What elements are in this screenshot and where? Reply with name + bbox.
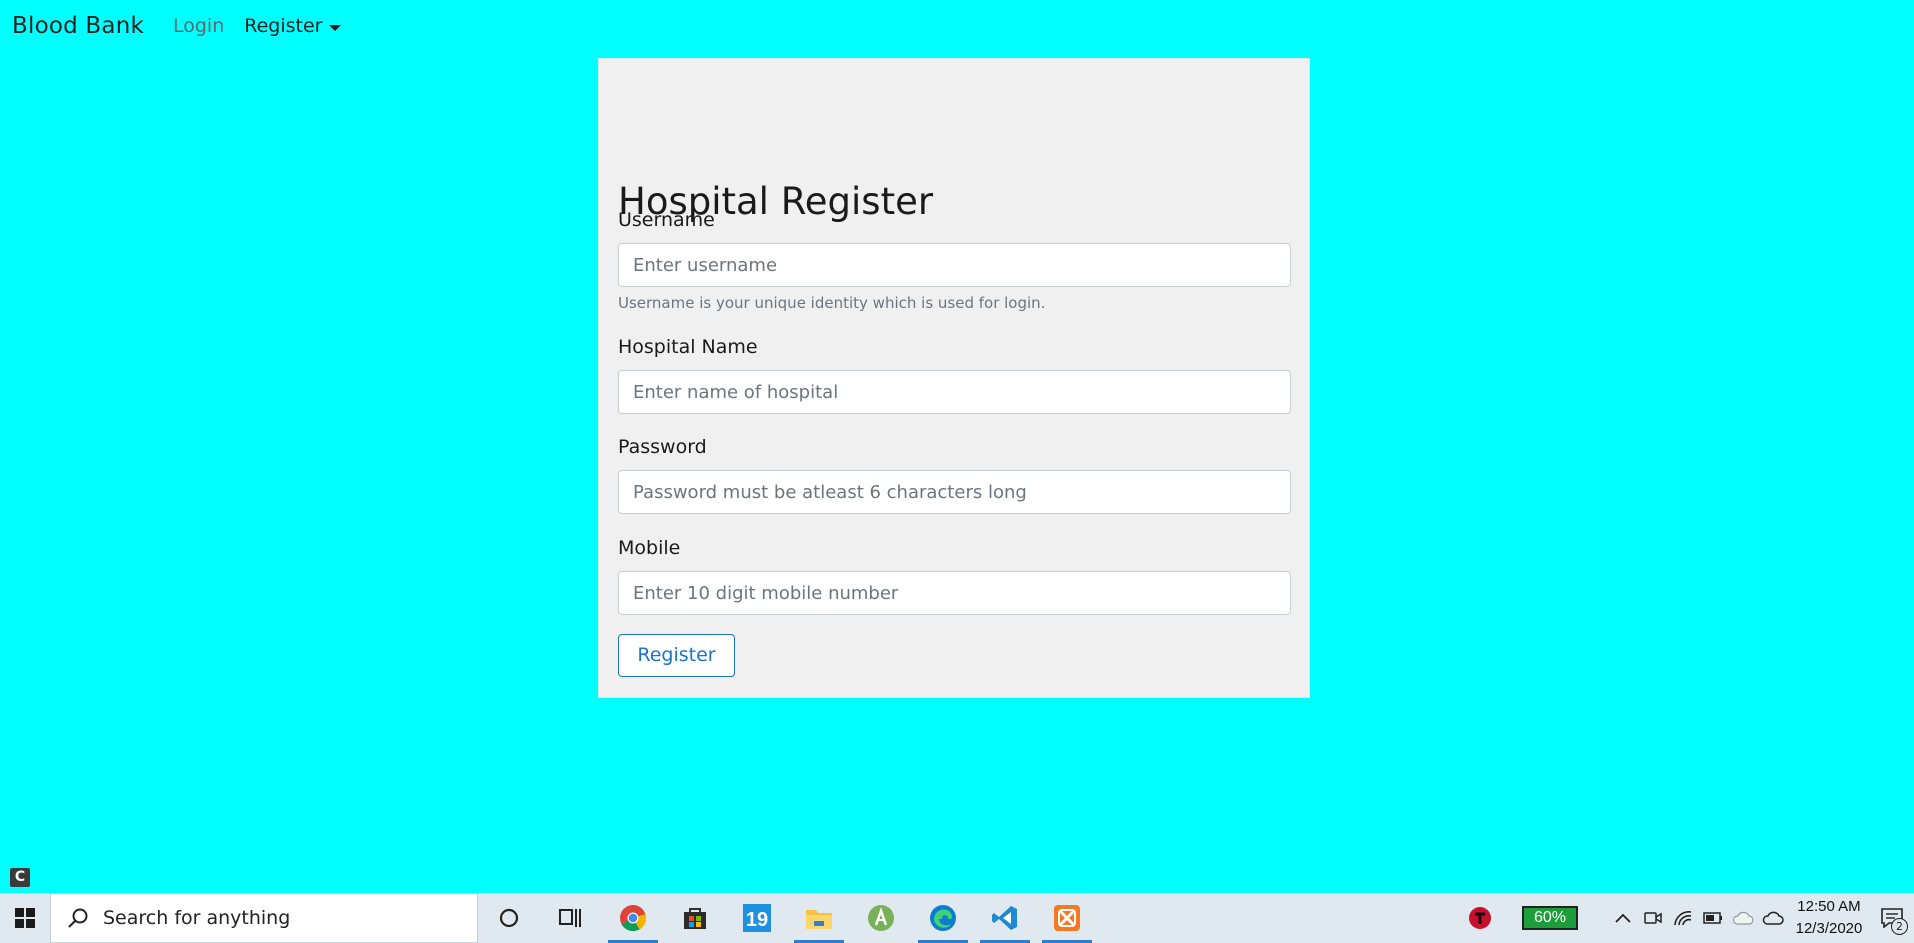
cloud-icon [1762, 911, 1784, 925]
cloud-upload-icon [1732, 911, 1754, 925]
wifi-tray-button[interactable] [1668, 893, 1698, 943]
show-hidden-icons-button[interactable] [1608, 893, 1638, 943]
task-view-button[interactable] [540, 893, 602, 943]
start-button[interactable] [0, 893, 50, 943]
taskbar-file-explorer[interactable] [788, 893, 850, 943]
username-help-text: Username is your unique identity which i… [618, 294, 1046, 312]
password-input[interactable] [618, 470, 1291, 514]
xampp-icon [1054, 905, 1080, 931]
register-card: Hospital Register Username Username is y… [598, 58, 1310, 698]
taskbar-search-box[interactable]: Search for anything [50, 893, 478, 943]
register-button[interactable]: Register [618, 634, 735, 677]
windows-taskbar: Search for anything 19 60% 12:50 AM 12/3… [0, 893, 1914, 943]
edge-icon [930, 905, 956, 931]
taskbar-xampp[interactable] [1036, 893, 1098, 943]
battery-percent-badge[interactable]: 60% [1522, 906, 1578, 930]
cortana-button[interactable] [478, 893, 540, 943]
clock-date: 12/3/2020 [1795, 920, 1863, 937]
username-label: Username [618, 209, 715, 231]
onedrive-tray-button[interactable] [1758, 893, 1788, 943]
task-view-icon [559, 909, 581, 927]
password-label: Password [618, 436, 707, 458]
windows-logo-icon [15, 908, 35, 928]
antivirus-tray-button[interactable] [1460, 893, 1500, 943]
meet-now-tray-button[interactable] [1638, 893, 1668, 943]
svg-text:19: 19 [746, 909, 768, 931]
mobile-label: Mobile [618, 537, 681, 559]
calendar-icon: 19 [743, 904, 771, 932]
chrome-icon [620, 905, 647, 932]
clock-time: 12:50 AM [1797, 898, 1861, 915]
battery-tray-button[interactable] [1698, 893, 1728, 943]
taskbar-vscode[interactable] [974, 893, 1036, 943]
taskbar-edge[interactable] [912, 893, 974, 943]
antivirus-icon [1469, 907, 1491, 929]
top-navbar: Blood Bank Login Register [0, 0, 1914, 52]
android-studio-icon [868, 905, 894, 931]
hospital-name-label: Hospital Name [618, 336, 758, 358]
taskbar-clock[interactable]: 12:50 AM 12/3/2020 [1788, 896, 1870, 940]
hospital-name-input[interactable] [618, 370, 1291, 414]
username-input[interactable] [618, 243, 1291, 287]
file-explorer-icon [806, 910, 832, 929]
action-center-button[interactable]: 2 [1870, 893, 1914, 943]
wifi-icon [1674, 911, 1692, 926]
onedrive-sync-tray-button[interactable] [1728, 893, 1758, 943]
taskbar-android-studio[interactable] [850, 893, 912, 943]
system-tray: 60% 12:50 AM 12/3/2020 2 [1460, 893, 1914, 943]
brand-link[interactable]: Blood Bank [12, 13, 144, 39]
chevron-up-icon [1615, 913, 1631, 923]
taskbar-store[interactable] [664, 893, 726, 943]
cortana-icon [499, 908, 519, 928]
notification-count-badge: 2 [1891, 918, 1908, 935]
nav-register-label: Register [244, 15, 323, 37]
battery-icon [1703, 912, 1722, 924]
camera-icon [1644, 912, 1662, 924]
store-icon [684, 908, 706, 929]
taskbar-chrome[interactable] [602, 893, 664, 943]
nav-register-dropdown[interactable]: Register [244, 15, 341, 37]
corner-c-icon: C [10, 868, 30, 887]
vscode-icon [992, 906, 1017, 930]
mobile-input[interactable] [618, 571, 1291, 615]
search-icon [68, 908, 88, 928]
nav-login-link[interactable]: Login [173, 15, 224, 37]
search-placeholder: Search for anything [103, 907, 291, 929]
taskbar-calendar[interactable]: 19 [726, 893, 788, 943]
caret-down-icon [328, 24, 341, 31]
